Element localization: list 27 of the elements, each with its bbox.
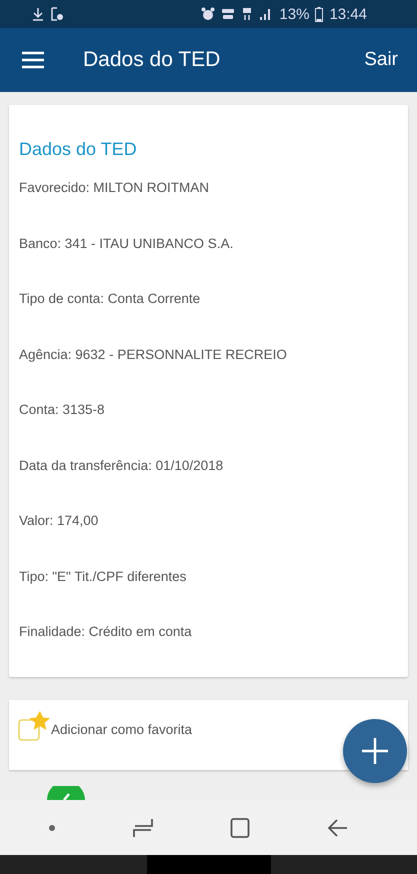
logout-button[interactable]: Sair xyxy=(364,49,398,71)
detail-field: Data da transferência: 01/10/2018 xyxy=(19,458,398,513)
home-icon[interactable] xyxy=(230,816,250,838)
alarm-icon xyxy=(201,7,216,21)
recent-apps-icon[interactable] xyxy=(132,816,153,838)
detail-field: Conta: 3135-8 xyxy=(19,402,398,458)
detail-field: Tipo: "E" Tit./CPF diferentes xyxy=(19,568,398,624)
details-title: Dados do TED xyxy=(19,139,138,160)
detail-field: Tipo de conta: Conta Corrente xyxy=(19,291,398,346)
detail-field: Agência: 9632 - PERSONNALITE RECREIO xyxy=(19,346,398,402)
favorite-button[interactable]: Adicionar como favorita xyxy=(17,710,337,770)
plus-icon xyxy=(361,737,389,765)
clock: 13:44 xyxy=(329,6,367,22)
dot-icon xyxy=(48,824,55,830)
detail-field: Finalidade: Crédito em conta xyxy=(19,624,398,680)
battery-percent: 13% xyxy=(279,6,310,22)
download-icon xyxy=(32,7,44,21)
battery-icon xyxy=(315,6,324,22)
detail-field: Banco: 341 - ITAU UNIBANCO S.A. xyxy=(19,236,398,291)
favorite-star-icon xyxy=(17,710,51,744)
screenshot-icon xyxy=(50,7,64,21)
menu-button[interactable] xyxy=(21,51,45,69)
app-bar-title: Dados do TED xyxy=(83,48,222,72)
detail-field: Favorecido: MILTON ROITMAN xyxy=(19,180,398,236)
favorite-label: Adicionar como favorita xyxy=(51,722,192,737)
back-icon[interactable] xyxy=(328,816,348,838)
detail-field: Valor: 174,00 xyxy=(19,513,398,568)
